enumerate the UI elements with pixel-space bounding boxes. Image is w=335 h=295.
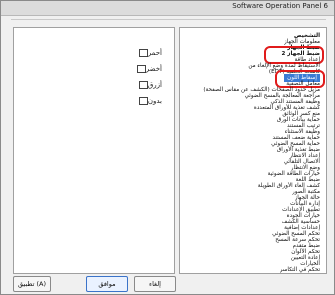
- color-option-green[interactable]: أخضر: [136, 64, 166, 74]
- color-option-red[interactable]: أحمر: [138, 48, 166, 58]
- title-bar: Software Operation Panel 6: [1, 1, 334, 16]
- color-option-none[interactable]: بدون: [138, 96, 166, 106]
- window-title: Software Operation Panel 6: [232, 2, 328, 10]
- settings-detail-panel: أحمر أخضر أزرق بدون: [13, 27, 175, 274]
- color-option-label: أخضر: [145, 65, 162, 73]
- radio-icon[interactable]: [138, 81, 148, 89]
- color-option-label: أزرق: [147, 81, 162, 89]
- title-separator: [11, 19, 326, 20]
- color-option-label: أحمر: [147, 49, 162, 57]
- radio-icon[interactable]: [136, 65, 146, 73]
- cancel-button[interactable]: إلغاء: [134, 276, 176, 292]
- color-option-label: بدون: [147, 97, 162, 105]
- apply-button[interactable]: تطبيق (A): [13, 276, 51, 292]
- settings-tree[interactable]: التشخيص معلومات الجهاز ضبط الجهاز ضبط الجها…: [179, 27, 327, 274]
- radio-icon[interactable]: [138, 49, 148, 57]
- settings-window: Software Operation Panel 6 أحمر أخضر أزر…: [0, 0, 335, 295]
- radio-icon[interactable]: [138, 97, 148, 105]
- color-option-blue[interactable]: أزرق: [138, 80, 166, 90]
- tree-item[interactable]: تحكم في التكاسر: [280, 266, 320, 273]
- ok-button[interactable]: موافق: [86, 276, 128, 292]
